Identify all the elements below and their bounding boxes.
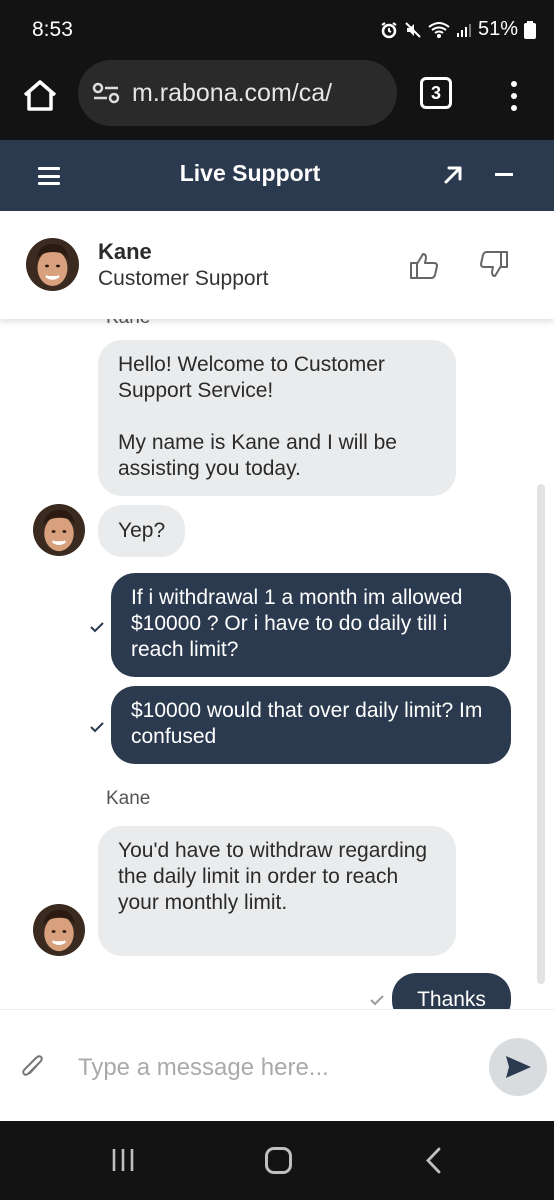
agent-avatar — [33, 504, 85, 556]
agent-avatar — [26, 238, 79, 291]
signal-icon — [456, 23, 471, 37]
agent-message: You'd have to withdraw regarding the dai… — [98, 826, 456, 956]
status-bar: 8:53 51% — [0, 0, 554, 60]
address-bar[interactable]: m.rabona.com/ca/ — [78, 60, 397, 126]
battery-percent: 51% — [477, 18, 518, 40]
paperclip-icon[interactable] — [20, 1053, 46, 1081]
user-message: Thanks — [392, 973, 511, 1009]
support-header: Live Support — [0, 140, 554, 211]
message-composer — [0, 1009, 554, 1121]
agent-role: Customer Support — [98, 267, 269, 290]
support-title: Live Support — [179, 160, 321, 186]
url-text[interactable]: m.rabona.com/ca/ — [132, 79, 332, 108]
tab-count: 3 — [430, 82, 441, 103]
agent-name: Kane — [98, 239, 152, 264]
browser-toolbar: m.rabona.com/ca/ 3 — [0, 60, 554, 140]
home-icon[interactable] — [18, 74, 62, 118]
system-nav-bar — [0, 1121, 554, 1200]
sender-label: Kane — [106, 788, 151, 809]
thumbs-up-icon[interactable] — [408, 249, 440, 281]
delivered-check-icon — [90, 722, 104, 733]
send-button[interactable] — [489, 1038, 547, 1096]
alarm-icon — [381, 21, 397, 38]
status-time: 8:53 — [32, 18, 73, 41]
user-message: $10000 would that over daily limit? Im c… — [111, 686, 511, 764]
delivered-check-icon — [90, 622, 104, 633]
status-icons: 51% — [380, 18, 536, 41]
minimize-icon[interactable] — [495, 173, 513, 176]
battery-icon — [524, 20, 536, 39]
agent-card: Kane Customer Support — [0, 211, 554, 319]
wifi-icon — [428, 21, 450, 38]
user-message: If i withdrawal 1 a month im allowed $10… — [111, 573, 511, 677]
agent-message: Hello! Welcome to Customer Support Servi… — [98, 340, 456, 496]
tab-switcher-button[interactable]: 3 — [420, 77, 452, 109]
site-settings-icon[interactable] — [92, 79, 120, 107]
sender-label: Kane — [106, 319, 150, 329]
expand-icon[interactable] — [440, 162, 466, 188]
agent-message: Yep? — [98, 505, 186, 557]
home-nav-icon[interactable] — [265, 1147, 292, 1174]
chat-messages[interactable]: Kane Hello! Welcome to Customer Support … — [0, 319, 554, 1009]
recent-apps-icon[interactable] — [112, 1148, 136, 1172]
thumbs-down-icon[interactable] — [478, 249, 510, 281]
message-input[interactable] — [78, 1050, 468, 1086]
back-icon[interactable] — [424, 1147, 442, 1174]
browser-menu-icon[interactable] — [500, 74, 528, 118]
chat-scrollbar[interactable] — [537, 484, 545, 984]
agent-avatar — [33, 904, 85, 956]
send-icon — [506, 1056, 531, 1078]
mute-icon — [405, 21, 421, 38]
delivered-check-icon — [370, 995, 384, 1006]
